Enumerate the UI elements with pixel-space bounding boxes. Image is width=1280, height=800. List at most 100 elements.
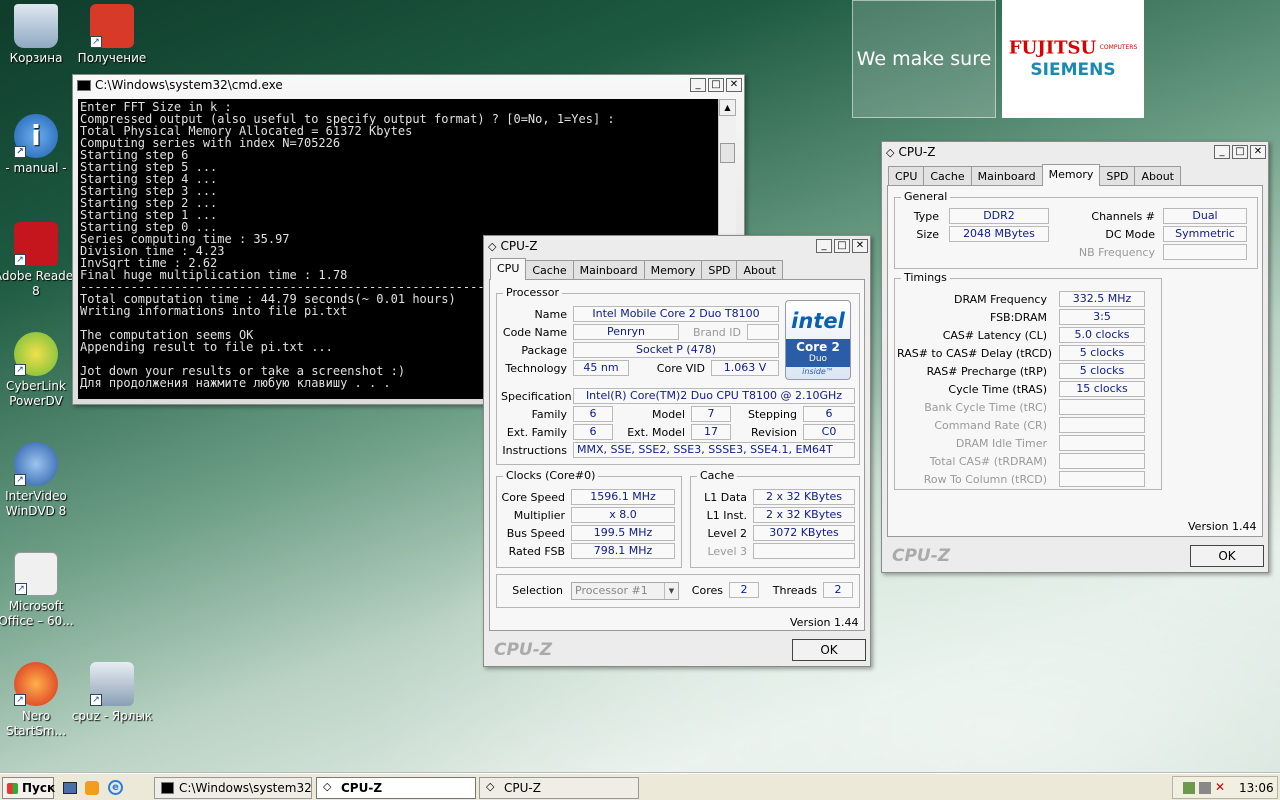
version-label: Version 1.44 [790, 616, 859, 629]
revision-value: C0 [803, 424, 855, 440]
timing-value [1059, 453, 1145, 469]
desktop-icon-recycle-bin[interactable]: Корзина [0, 4, 79, 66]
tab-memory[interactable]: Memory [643, 260, 703, 280]
cpuz-cpu-window[interactable]: ◇ CPU-Z _ □ ✕ CPU Cache Mainboard Memory SP… [483, 235, 871, 667]
l1-inst-value: 2 x 32 KBytes [753, 507, 855, 523]
tab-cache[interactable]: Cache [923, 166, 972, 186]
instructions-value: MMX, SSE, SSE2, SSE3, SSSE3, SSE4.1, EM6… [573, 442, 855, 458]
cpuz-app-icon: ◇ [488, 239, 497, 253]
minimize-button[interactable]: _ [690, 78, 706, 92]
scroll-thumb[interactable] [720, 143, 735, 163]
minimize-button[interactable]: _ [816, 239, 832, 253]
type-label: Type [913, 210, 939, 223]
family-value: 6 [573, 406, 613, 422]
core2-logo-text: Core 2 [796, 340, 840, 354]
office-icon: ↗ [14, 552, 58, 596]
scroll-up-button[interactable]: ▲ [719, 99, 736, 116]
desktop-icon-nero[interactable]: ↗ Nero StartSm... [0, 662, 79, 739]
desktop-icon-windvd[interactable]: ↗ InterVideo WinDVD 8 [0, 442, 79, 519]
tab-cpu[interactable]: CPU [490, 258, 527, 280]
brand-logo-panel: FUJITSU COMPUTERS SIEMENS [1002, 0, 1144, 118]
tab-bar: CPU Cache Mainboard Memory SPD About [888, 164, 1181, 186]
cores-value: 2 [729, 582, 759, 598]
processor-name-value: Intel Mobile Core 2 Duo T8100 [573, 306, 779, 322]
timing-value: 5 clocks [1059, 363, 1145, 379]
taskbar-item-cpuz-active[interactable]: ◇ CPU-Z [316, 777, 476, 799]
cmd-titlebar[interactable]: C:\Windows\system32\cmd.exe _ □ ✕ [73, 75, 744, 95]
tab-about[interactable]: About [736, 260, 783, 280]
revision-label: Revision [751, 426, 797, 439]
maximize-button[interactable]: □ [1232, 145, 1248, 159]
ok-button[interactable]: OK [1190, 545, 1264, 567]
media-player-icon[interactable] [85, 781, 99, 795]
tab-spd[interactable]: SPD [1099, 166, 1136, 186]
minimize-button[interactable]: _ [1214, 145, 1230, 159]
processor-group: Processor Name Intel Mobile Core 2 Duo T… [496, 286, 860, 465]
shortcut-arrow-icon: ↗ [14, 694, 26, 706]
shortcut-arrow-icon: ↗ [14, 254, 26, 266]
close-button[interactable]: ✕ [1250, 145, 1266, 159]
group-label: Cache [697, 469, 738, 482]
tab-spd[interactable]: SPD [701, 260, 738, 280]
cache-group: Cache L1 Data 2 x 32 KBytes L1 Inst. 2 x… [690, 469, 860, 568]
internet-explorer-icon[interactable]: e [108, 780, 123, 795]
shortcut-arrow-icon: ↗ [15, 583, 27, 595]
tab-about[interactable]: About [1134, 166, 1181, 186]
tab-mainboard[interactable]: Mainboard [572, 260, 645, 280]
cmd-icon [161, 782, 174, 794]
desktop-icon-powerdvd[interactable]: ↗ CyberLink PowerDV [0, 332, 79, 409]
cpuz-shortcut-icon: ↗ [90, 662, 134, 706]
tab-mainboard[interactable]: Mainboard [970, 166, 1043, 186]
tab-cpu[interactable]: CPU [888, 166, 925, 186]
desktop-icon-adobe-reader[interactable]: ↗ Adobe Reader 8 [0, 222, 79, 299]
nero-icon: ↗ [14, 662, 58, 706]
technology-label: Technology [505, 362, 567, 375]
core-speed-label: Core Speed [501, 491, 565, 504]
dc-mode-label: DC Mode [1105, 228, 1155, 241]
family-label: Family [531, 408, 567, 421]
multiplier-label: Multiplier [513, 509, 565, 522]
show-desktop-icon[interactable] [63, 782, 77, 794]
timing-label: DRAM Frequency [953, 293, 1047, 306]
start-button[interactable]: Пуск [2, 777, 55, 799]
close-button[interactable]: ✕ [852, 239, 868, 253]
desktop-icon-office[interactable]: ↗ Microsoft Office – 60... [0, 552, 79, 629]
level-3-label: Level 3 [707, 545, 747, 558]
version-label: Version 1.44 [1188, 520, 1257, 533]
timing-label: FSB:DRAM [989, 311, 1047, 324]
shortcut-arrow-icon: ↗ [14, 364, 26, 376]
close-button[interactable]: ✕ [726, 78, 742, 92]
timing-label: Cycle Time (tRAS) [948, 383, 1047, 396]
maximize-button[interactable]: □ [708, 78, 724, 92]
network-icon[interactable] [1183, 782, 1195, 794]
windvd-icon: ↗ [14, 442, 58, 486]
desktop-icon-cpuz[interactable]: ↗ cpuz - Ярлык [69, 662, 155, 724]
desktop-icon-download[interactable]: ↗ Получение [69, 4, 155, 66]
maximize-button[interactable]: □ [834, 239, 850, 253]
shortcut-arrow-icon: ↗ [14, 146, 26, 158]
stepping-label: Stepping [747, 408, 797, 421]
cpuz-memory-window[interactable]: ◇ CPU-Z _ □ ✕ CPU Cache Mainboard Memory SP… [881, 141, 1269, 573]
brand-computers: COMPUTERS [1099, 43, 1138, 51]
channels-value: Dual [1163, 208, 1247, 224]
windows-flag-icon [7, 783, 18, 794]
taskbar-item-cmd[interactable]: C:\Windows\system32... [154, 777, 312, 799]
core-vid-value: 1.063 V [711, 360, 779, 376]
package-value: Socket P (478) [573, 342, 779, 358]
cpuz-memory-titlebar[interactable]: ◇ CPU-Z _ □ ✕ [882, 142, 1268, 162]
volume-muted-icon[interactable]: ✕ [1215, 781, 1228, 794]
cmd-title: C:\Windows\system32\cmd.exe [95, 78, 283, 92]
taskbar-item-cpuz[interactable]: ◇ CPU-Z [479, 777, 639, 799]
processor-select[interactable]: Processor #1 ▼ [571, 582, 679, 600]
nb-frequency-label: NB Frequency [1078, 246, 1155, 259]
ok-button[interactable]: OK [792, 639, 866, 661]
cpuz-cpu-titlebar[interactable]: ◇ CPU-Z _ □ ✕ [484, 236, 870, 256]
recycle-bin-icon [14, 4, 58, 48]
duo-logo-text: Duo [808, 354, 828, 364]
timing-value [1059, 399, 1145, 415]
desktop-icon-manual[interactable]: i ↗ - manual - [0, 114, 79, 176]
specification-value: Intel(R) Core(TM)2 Duo CPU T8100 @ 2.10G… [573, 388, 855, 404]
safely-remove-icon[interactable] [1199, 782, 1211, 794]
tab-memory[interactable]: Memory [1041, 164, 1101, 186]
tab-cache[interactable]: Cache [525, 260, 574, 280]
